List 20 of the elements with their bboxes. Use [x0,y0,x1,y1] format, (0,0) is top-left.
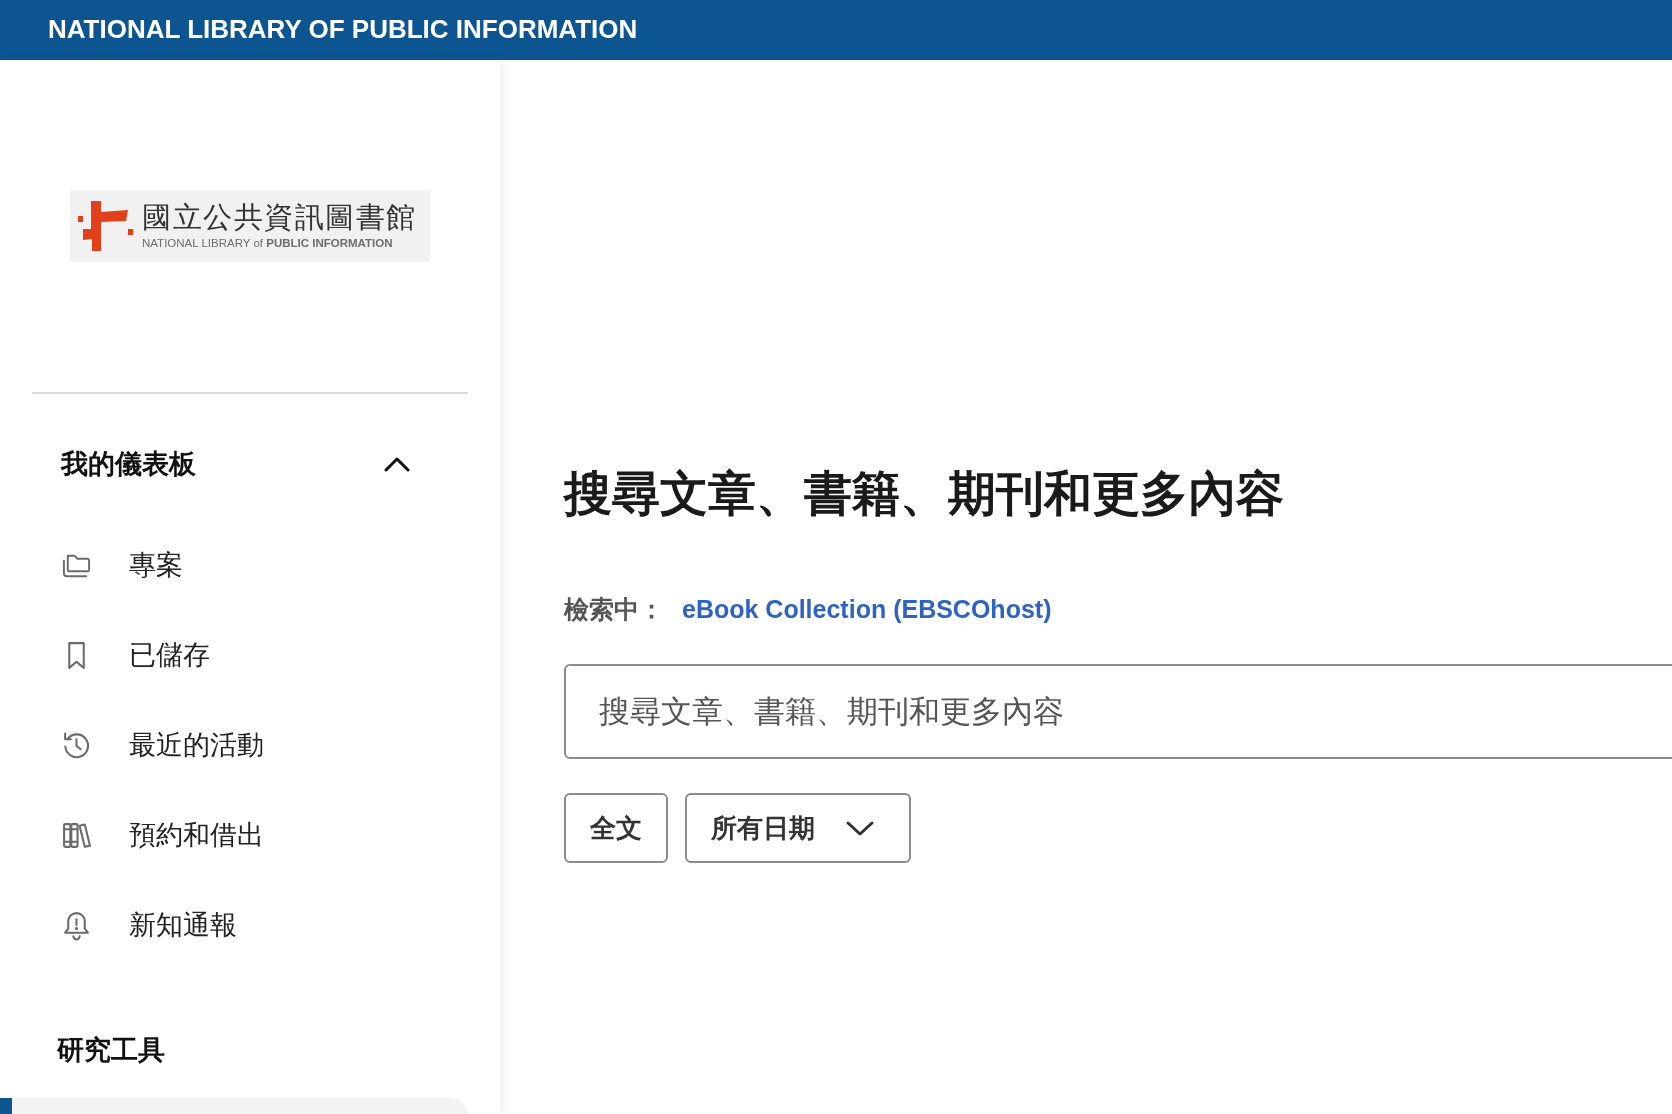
chevron-down-icon [845,819,875,837]
page-heading: 搜尋文章、書籍、期刊和更多內容 [564,466,1285,522]
logo-emblem-icon [78,198,134,254]
sidebar-link[interactable]: 已儲存 [0,610,500,700]
filter-button[interactable]: 全文 [564,793,668,863]
bell-icon [61,909,92,941]
date-dropdown[interactable]: 所有日期 [685,793,911,863]
banner-title: NATIONAL LIBRARY OF PUBLIC INFORMATION [48,14,638,46]
sidebar-link[interactable]: 最近的活動 [0,700,500,790]
logo-title: 國立公共資訊圖書館 [142,202,417,232]
searching-in-label: 檢索中： [564,594,664,626]
sidebar-link[interactable]: 新知通報 [0,880,500,970]
database-link[interactable]: eBook Collection (EBSCOhost) [682,591,1052,629]
collapse-button[interactable] [384,455,410,473]
section-title: 研究工具 [57,1034,165,1067]
section-title: 我的儀表板 [61,448,196,481]
sidebar-link[interactable]: 專案 [0,520,500,610]
logo-subtitle: NATIONAL LIBRARY of PUBLIC INFORMATION [142,237,394,250]
sidebar-link[interactable]: 預約和借出 [0,790,500,880]
search-field[interactable]: 搜尋文章、書籍、期刊和更多內容 [564,664,1672,759]
